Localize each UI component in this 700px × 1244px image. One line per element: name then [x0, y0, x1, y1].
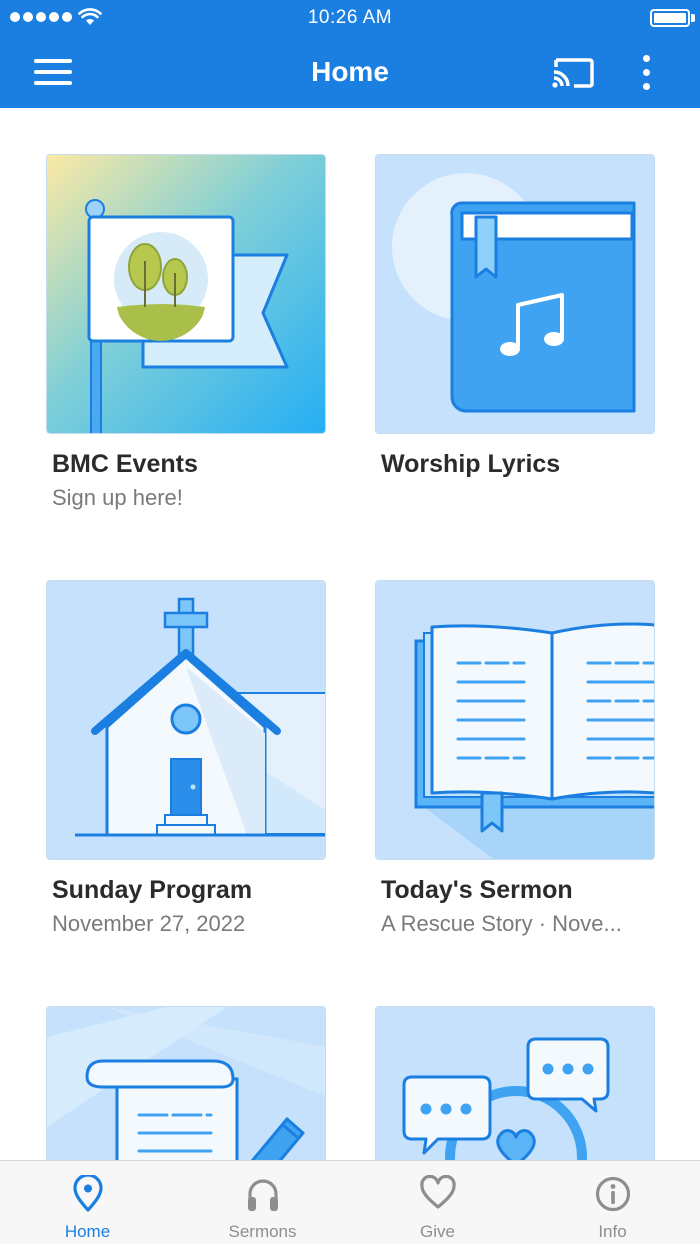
card-title: Sunday Program [52, 876, 253, 904]
battery-icon [650, 9, 690, 27]
card-title: Worship Lyrics [381, 450, 561, 478]
scroll-pencil-icon [47, 1007, 325, 1160]
more-options-button[interactable] [626, 50, 666, 94]
app-bar: Home [0, 36, 700, 108]
card-image [375, 580, 655, 860]
card-image [375, 1006, 655, 1160]
card-image [46, 154, 326, 434]
card-title: BMC Events [52, 450, 198, 478]
tab-give[interactable]: Give [350, 1161, 525, 1244]
tab-home[interactable]: Home [0, 1161, 175, 1244]
heart-icon [419, 1175, 456, 1209]
card-connect[interactable] [375, 1006, 655, 1160]
card-worship-lyrics[interactable]: Worship Lyrics [375, 154, 655, 479]
tab-label: Home [64, 1222, 111, 1241]
card-todays-sermon[interactable]: Today's Sermon A Rescue Story · Nove... [375, 580, 655, 937]
tab-label: Sermons [228, 1222, 297, 1241]
tab-sermons[interactable]: Sermons [175, 1161, 350, 1244]
tab-info[interactable]: Info [525, 1161, 700, 1244]
card-subtitle: A Rescue Story · Nove... [381, 911, 622, 936]
location-pin-icon [72, 1175, 103, 1212]
headphones-icon [247, 1179, 278, 1211]
cast-icon[interactable] [548, 52, 596, 92]
church-icon [47, 581, 325, 859]
info-icon [595, 1176, 630, 1212]
home-grid: BMC Events Sign up here! Worship Lyrics [0, 108, 700, 1160]
music-book-icon [376, 155, 654, 433]
status-time: 10:26 AM [307, 7, 393, 28]
card-title: Today's Sermon [381, 876, 573, 904]
card-sunday-program[interactable]: Sunday Program November 27, 2022 [46, 580, 326, 937]
tab-label: Give [420, 1222, 455, 1241]
flag-illustration-icon [47, 155, 325, 433]
card-image [46, 1006, 326, 1160]
status-bar: 10:26 AM [0, 0, 700, 36]
card-image [46, 580, 326, 860]
card-notes[interactable] [46, 1006, 326, 1160]
chat-bubbles-icon [376, 1007, 654, 1160]
card-subtitle: November 27, 2022 [52, 911, 246, 936]
card-subtitle: Sign up here! [52, 485, 183, 510]
bottom-tab-bar: Home Sermons Give Info [0, 1160, 700, 1244]
tab-label: Info [598, 1222, 627, 1241]
open-book-icon [376, 581, 654, 859]
card-image [375, 154, 655, 434]
card-bmc-events[interactable]: BMC Events Sign up here! [46, 154, 326, 511]
